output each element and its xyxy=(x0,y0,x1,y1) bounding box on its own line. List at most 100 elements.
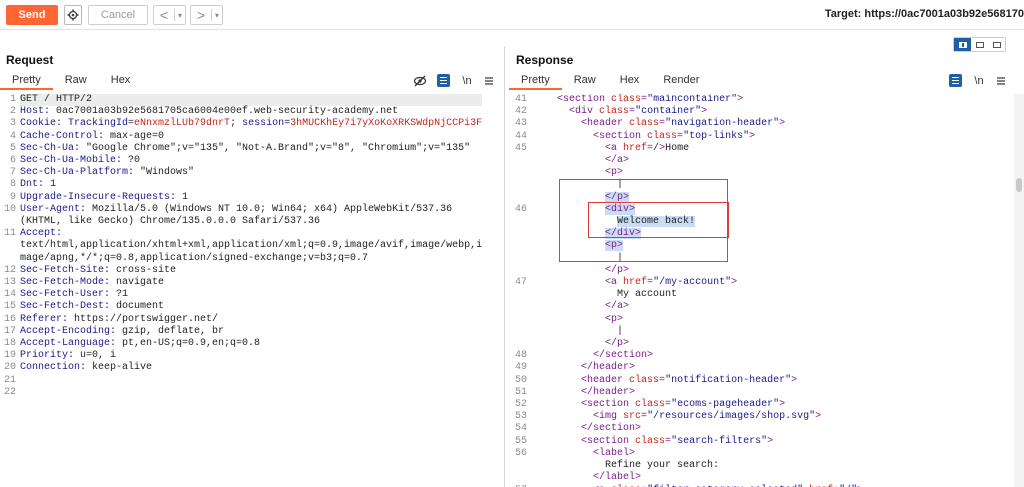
response-line-numbers: 4142434445 46 47 484950515253545556 57 xyxy=(509,94,527,487)
code-line: Sec-Ch-Ua-Platform: "Windows" xyxy=(20,167,482,179)
code-content: </p> xyxy=(605,265,629,276)
header-value: pt,en-US;q=0.9,en;q=0.8 xyxy=(122,338,261,350)
code-line: <section class="ecoms-pageheader"> xyxy=(533,399,863,411)
newline-icon[interactable]: \n xyxy=(972,75,986,87)
line-number: 3 xyxy=(9,118,16,130)
code-line: text/html,application/xhtml+xml,applicat… xyxy=(20,240,482,252)
line-number: 50 xyxy=(514,374,527,386)
code-line: Accept-Language: pt,en-US;q=0.9,en;q=0.8 xyxy=(20,338,482,350)
html-token: class xyxy=(629,118,660,130)
line-number: 42 xyxy=(514,106,527,118)
code-content: <img src="/resources/images/shop.svg"> xyxy=(593,411,821,422)
code-line: <section class="top-links"> xyxy=(533,131,863,143)
line-number: 52 xyxy=(514,399,527,411)
html-token: src xyxy=(623,411,642,423)
html-token: <p> xyxy=(605,313,624,325)
back-dropdown-icon[interactable]: ▾ xyxy=(175,11,185,20)
newline-icon[interactable]: \n xyxy=(460,75,474,87)
highlight-box-inner xyxy=(588,202,729,238)
layout-horizontal-icon[interactable] xyxy=(971,38,988,51)
html-token: </a> xyxy=(605,155,630,167)
request-editor[interactable]: 1 2 3 4 5 6 7 8 9 10 11 12 13 14 15 16 17 18 19 20 21 22 GE… xyxy=(0,94,504,487)
forward-dropdown-icon[interactable]: ▾ xyxy=(212,11,222,20)
header-value: u=0, i xyxy=(80,350,117,362)
response-title: Response xyxy=(516,53,574,67)
line-number: 2 xyxy=(9,106,16,118)
code-content: <div class="container"> xyxy=(569,106,707,117)
line-number: 17 xyxy=(3,325,16,337)
code-line: Dnt: 1 xyxy=(20,179,482,191)
header-name: Cache-Control: xyxy=(20,130,111,142)
line-number xyxy=(0,253,16,265)
layout-toggle xyxy=(953,37,1006,52)
code-line: </label> xyxy=(533,472,863,484)
cookie-value: 3hMUCKhEy7i7yXoKoXRKSWdpNjCCPi3F xyxy=(290,118,483,130)
line-number: 47 xyxy=(514,277,527,289)
html-token: </a> xyxy=(605,301,630,313)
send-button[interactable]: Send xyxy=(6,5,58,25)
html-token: "navigation-header" xyxy=(665,118,780,130)
line-number xyxy=(509,314,527,326)
html-token: class xyxy=(635,399,666,411)
tab-hex[interactable]: Hex xyxy=(608,73,652,90)
forward-button[interactable]: > xyxy=(191,6,211,24)
layout-split-icon[interactable] xyxy=(954,38,971,51)
code-content: </section> xyxy=(581,423,641,434)
eye-off-icon[interactable] xyxy=(413,75,427,87)
header-name: Sec-Fetch-Site: xyxy=(20,264,117,276)
header-name: Sec-Fetch-User: xyxy=(20,289,117,301)
forward-history-group: > ▾ xyxy=(190,5,223,25)
back-button[interactable]: < xyxy=(154,6,174,24)
html-token: > xyxy=(737,94,744,105)
tab-pretty[interactable]: Pretty xyxy=(0,73,53,90)
code-line: <a href=/>Home xyxy=(533,143,863,155)
pretty-print-icon[interactable] xyxy=(437,74,450,87)
code-content: </header> xyxy=(581,362,635,373)
tab-raw[interactable]: Raw xyxy=(562,73,608,90)
line-number xyxy=(509,289,527,301)
cancel-button[interactable]: Cancel xyxy=(88,5,148,25)
header-name: Referer: xyxy=(20,313,75,325)
html-token: "maincontainer" xyxy=(647,94,738,105)
response-scrollbar[interactable] xyxy=(1014,94,1024,487)
html-token: <section xyxy=(581,399,636,411)
code-content: <header class="notification-header"> xyxy=(581,375,797,386)
line-number xyxy=(509,253,527,265)
line-number xyxy=(0,216,16,228)
code-content: <section class="top-links"> xyxy=(593,131,755,142)
line-number xyxy=(509,240,527,252)
code-line: </p> xyxy=(533,265,863,277)
header-name: Accept-Language: xyxy=(20,338,123,350)
line-number xyxy=(509,228,527,240)
header-name: Sec-Ch-Ua-Mobile: xyxy=(20,155,129,167)
line-number xyxy=(509,179,527,191)
menu-icon[interactable] xyxy=(484,76,494,86)
tab-raw[interactable]: Raw xyxy=(53,73,99,90)
html-token: "/resources/images/shop.svg" xyxy=(647,411,816,423)
settings-button[interactable] xyxy=(64,5,82,25)
pretty-print-icon[interactable] xyxy=(949,74,962,87)
html-token: My account xyxy=(617,289,678,301)
tab-render[interactable]: Render xyxy=(651,73,711,90)
line-number xyxy=(509,460,527,472)
code-content: <section class="maincontainer"> xyxy=(557,94,743,105)
response-editor[interactable]: 4142434445 46 47 484950515253545556 57 <… xyxy=(509,94,1024,487)
header-value xyxy=(68,228,74,239)
header-value: 0ac7001a03b92e5681705ca6004e00ef.web-sec… xyxy=(56,106,399,118)
layout-single-icon[interactable] xyxy=(988,38,1005,51)
line-number: 41 xyxy=(514,94,527,105)
html-token: href xyxy=(623,142,648,154)
menu-icon[interactable] xyxy=(996,76,1006,86)
tab-pretty[interactable]: Pretty xyxy=(509,73,562,90)
target-label[interactable]: Target: https://0ac7001a03b92e568170 xyxy=(825,8,1024,20)
header-name: Accept-Encoding: xyxy=(20,325,123,337)
code-content: </section> xyxy=(593,350,653,361)
tab-hex[interactable]: Hex xyxy=(99,73,143,90)
